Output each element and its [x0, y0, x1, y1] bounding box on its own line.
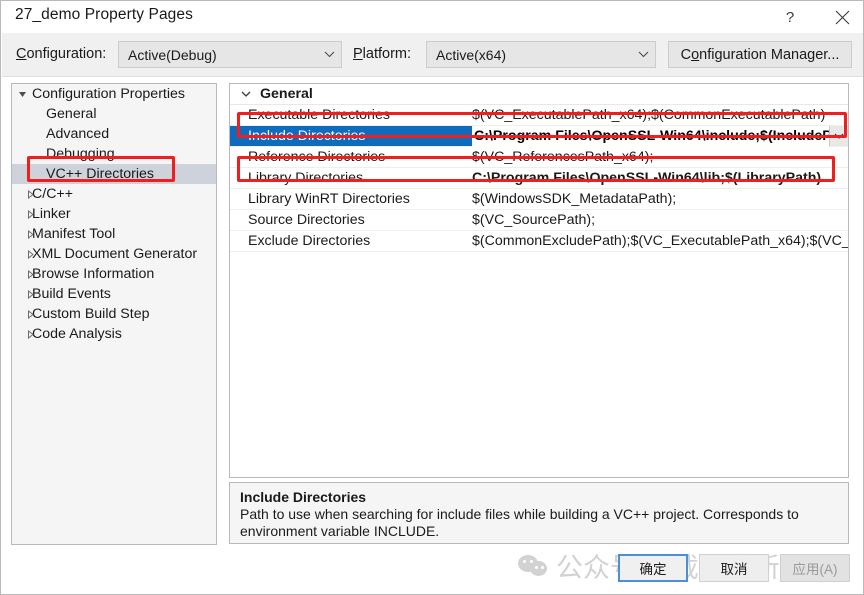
sidebar-item-custom-build-step[interactable]: Custom Build Step [12, 304, 216, 324]
chevron-down-icon [238, 84, 254, 105]
sidebar-item-label: Code Analysis [32, 326, 122, 342]
sidebar-item-label: Build Events [32, 286, 111, 302]
property-name: Include Directories [248, 128, 366, 144]
property-name: Executable Directories [248, 107, 390, 123]
platform-dropdown[interactable]: Active(x64) [426, 41, 656, 68]
sidebar-item-general[interactable]: General [12, 104, 216, 124]
property-value: $(VC_ReferencesPath_x64); [472, 149, 654, 165]
configuration-manager-label: Configuration Manager... [680, 46, 840, 63]
sidebar-item-label: Debugging [46, 146, 115, 162]
tree-expander-collapsed-icon[interactable] [20, 244, 40, 264]
table-row[interactable]: Library Directories C:\Program Files\Open… [230, 168, 848, 189]
property-value[interactable]: C:\Program Files\OpenSSL-Win64\include;$… [472, 126, 829, 147]
sidebar-item-manifest-tool[interactable]: Manifest Tool [12, 224, 216, 244]
tree-expander-expanded-icon[interactable] [12, 84, 32, 104]
configuration-bar: Configuration: Active(Debug) Platform: A… [2, 33, 863, 77]
property-group-label: General [260, 86, 313, 102]
window-title: 27_demo Property Pages [15, 6, 193, 23]
table-row[interactable]: Reference Directories $(VC_ReferencesPath… [230, 147, 848, 168]
property-name: Exclude Directories [248, 233, 371, 249]
property-value: $(CommonExcludePath);$(VC_ExecutablePath… [472, 233, 848, 249]
apply-button-label: 应用(A) [792, 562, 838, 577]
tree-expander-collapsed-icon[interactable] [20, 184, 40, 204]
help-glyph: ? [785, 8, 795, 26]
property-value: $(VC_ExecutablePath_x64);$(CommonExecuta… [472, 107, 826, 123]
sidebar-item-build-events[interactable]: Build Events [12, 284, 216, 304]
property-value: $(VC_SourcePath); [472, 212, 596, 228]
table-row[interactable]: Source Directories $(VC_SourcePath); [230, 210, 848, 231]
close-icon[interactable] [819, 1, 863, 33]
table-row[interactable]: Executable Directories $(VC_ExecutablePat… [230, 105, 848, 126]
apply-button[interactable]: 应用(A) [780, 554, 850, 582]
sidebar-item-configuration-properties[interactable]: Configuration Properties [12, 84, 216, 104]
table-row[interactable]: Library WinRT Directories $(WindowsSDK_Me… [230, 189, 848, 210]
property-row-list: Executable Directories $(VC_ExecutablePat… [230, 105, 848, 252]
sidebar-item-label: Browse Information [32, 266, 155, 282]
sidebar-item-label: Advanced [46, 126, 110, 142]
platform-value: Active(x64) [436, 46, 507, 63]
property-value: $(WindowsSDK_MetadataPath); [472, 191, 677, 207]
sidebar-item-label: General [46, 106, 97, 122]
configuration-dropdown[interactable]: Active(Debug) [118, 41, 342, 68]
cancel-button-label: 取消 [720, 562, 748, 577]
chevron-down-icon [631, 51, 655, 58]
sidebar-item-vc-directories[interactable]: VC++ Directories [12, 164, 216, 184]
configuration-tree[interactable]: Configuration Properties General Advanced D… [11, 83, 217, 545]
sidebar-item-label: VC++ Directories [46, 166, 155, 182]
property-pages-dialog: 27_demo Property Pages ? Configuration: … [0, 0, 864, 595]
ok-button[interactable]: 确定 [618, 554, 688, 582]
sidebar-item-label: XML Document Generator [32, 246, 198, 262]
ok-button-label: 确定 [639, 562, 667, 577]
tree-expander-collapsed-icon[interactable] [20, 264, 40, 284]
property-name: Source Directories [248, 212, 365, 228]
property-group-header[interactable]: General [230, 84, 848, 105]
table-row[interactable]: Include Directories C:\Program Files\Open… [230, 126, 848, 147]
sidebar-item-label: Configuration Properties [32, 86, 185, 102]
table-row[interactable]: Exclude Directories $(CommonExcludePath);… [230, 231, 848, 252]
description-body: Path to use when searching for include f… [240, 506, 799, 539]
sidebar-item-browse-information[interactable]: Browse Information [12, 264, 216, 284]
sidebar-item-label: Manifest Tool [32, 226, 116, 242]
configuration-manager-button[interactable]: Configuration Manager... [668, 41, 852, 68]
tree-expander-collapsed-icon[interactable] [20, 224, 40, 244]
configuration-value: Active(Debug) [128, 46, 217, 63]
property-name: Library WinRT Directories [248, 191, 410, 207]
tree-expander-collapsed-icon[interactable] [20, 204, 40, 224]
sidebar-item-debugging[interactable]: Debugging [12, 144, 216, 164]
sidebar-item-label: Custom Build Step [32, 306, 150, 322]
description-title: Include Directories [240, 489, 367, 505]
property-name: Reference Directories [248, 149, 386, 165]
description-panel: Include Directories Path to use when sea… [229, 482, 849, 544]
sidebar-item-code-analysis[interactable]: Code Analysis [12, 324, 216, 344]
chevron-down-icon [317, 51, 341, 58]
tree-expander-collapsed-icon[interactable] [20, 304, 40, 324]
platform-label: Platform: [353, 46, 412, 62]
tree-expander-collapsed-icon[interactable] [20, 284, 40, 304]
property-name: Library Directories [248, 170, 364, 186]
sidebar-item-c-c[interactable]: C/C++ [12, 184, 216, 204]
wechat-logo-icon [518, 554, 548, 578]
property-value-dropdown-icon[interactable] [829, 126, 848, 146]
tree-expander-collapsed-icon[interactable] [20, 324, 40, 344]
title-bar: 27_demo Property Pages ? [1, 1, 863, 33]
sidebar-item-linker[interactable]: Linker [12, 204, 216, 224]
property-value: C:\Program Files\OpenSSL-Win64\lib;$(Lib… [472, 170, 822, 186]
sidebar-item-xml-document-generator[interactable]: XML Document Generator [12, 244, 216, 264]
help-icon[interactable]: ? [767, 1, 813, 33]
configuration-label: Configuration: [16, 46, 107, 62]
cancel-button[interactable]: 取消 [699, 554, 769, 582]
sidebar-item-advanced[interactable]: Advanced [12, 124, 216, 144]
property-grid[interactable]: General Executable Directories $(VC_Execu… [229, 83, 849, 478]
